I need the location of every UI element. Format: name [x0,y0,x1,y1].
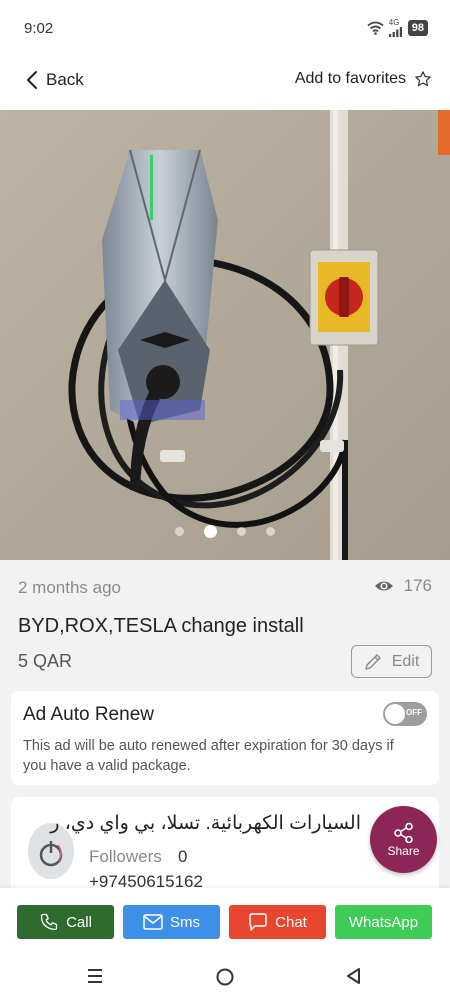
status-icons: 4G 98 [367,19,428,37]
views-value: 176 [403,576,432,595]
add-to-favorites-button[interactable]: Add to favorites [295,70,432,88]
listing-title: BYD,ROX,TESLA change install [18,615,304,637]
eye-icon [374,581,393,591]
status-time: 9:02 [24,20,54,37]
call-label: Call [66,913,92,931]
edit-label: Edit [391,652,420,670]
gallery-pagination [0,525,450,538]
phone-icon [40,913,58,931]
auto-renew-title: Ad Auto Renew [23,704,154,725]
pencil-icon [365,653,381,670]
chat-bubble-icon [249,913,267,931]
signal-icon: 4G [388,18,403,37]
followers-count: 0 [178,847,188,866]
top-app-bar: Back Add to favorites [0,58,450,110]
back-label: Back [46,70,84,89]
listing-photo-gallery[interactable] [0,110,450,560]
call-button[interactable]: Call [17,905,114,939]
view-count: 176 [374,576,432,596]
contact-action-bar: Call Sms Chat WhatsApp [0,888,450,954]
edit-button[interactable]: Edit [351,645,432,678]
home-circle-icon[interactable] [215,967,235,987]
auto-renew-description: This ad will be auto renewed after expir… [23,738,394,774]
gallery-dot[interactable] [175,527,184,536]
sms-label: Sms [170,913,200,931]
toggle-state: OFF [406,708,422,717]
battery-icon: 98 [407,20,428,36]
star-icon [415,71,431,87]
toggle-knob [385,704,405,724]
whatsapp-label: WhatsApp [348,913,419,931]
sms-button[interactable]: Sms [123,905,220,939]
system-navigation-bar [0,954,450,1000]
envelope-icon [143,914,163,930]
posted-time: 2 months ago [18,578,122,597]
seller-name[interactable]: السيارات الكهربائية. تسلا، بي واي دي، ر [50,812,361,835]
status-bar: 9:02 4G 98 [0,0,450,58]
gallery-dot[interactable] [266,527,275,536]
auto-renew-card: Ad Auto Renew OFF This ad will be auto r… [11,691,439,785]
share-button[interactable]: Share [370,806,437,873]
chat-button[interactable]: Chat [229,905,326,939]
menu-icon[interactable] [86,967,104,985]
network-type: 4G [388,18,400,27]
whatsapp-button[interactable]: WhatsApp [335,905,432,939]
gallery-dot[interactable] [237,527,246,536]
followers-label: Followers [89,847,162,866]
back-triangle-icon[interactable] [345,967,363,985]
share-icon [393,822,413,843]
share-label: Share [387,843,420,858]
listing-photo [0,110,450,560]
gallery-dot-active[interactable] [204,525,217,538]
wifi-icon [367,21,384,35]
back-button[interactable]: Back [26,70,84,90]
chat-label: Chat [275,913,307,931]
back-chevron-icon [27,71,37,89]
favorites-label: Add to favorites [294,70,406,87]
auto-renew-toggle[interactable]: OFF [383,702,427,726]
listing-price: 5 QAR [18,651,73,671]
